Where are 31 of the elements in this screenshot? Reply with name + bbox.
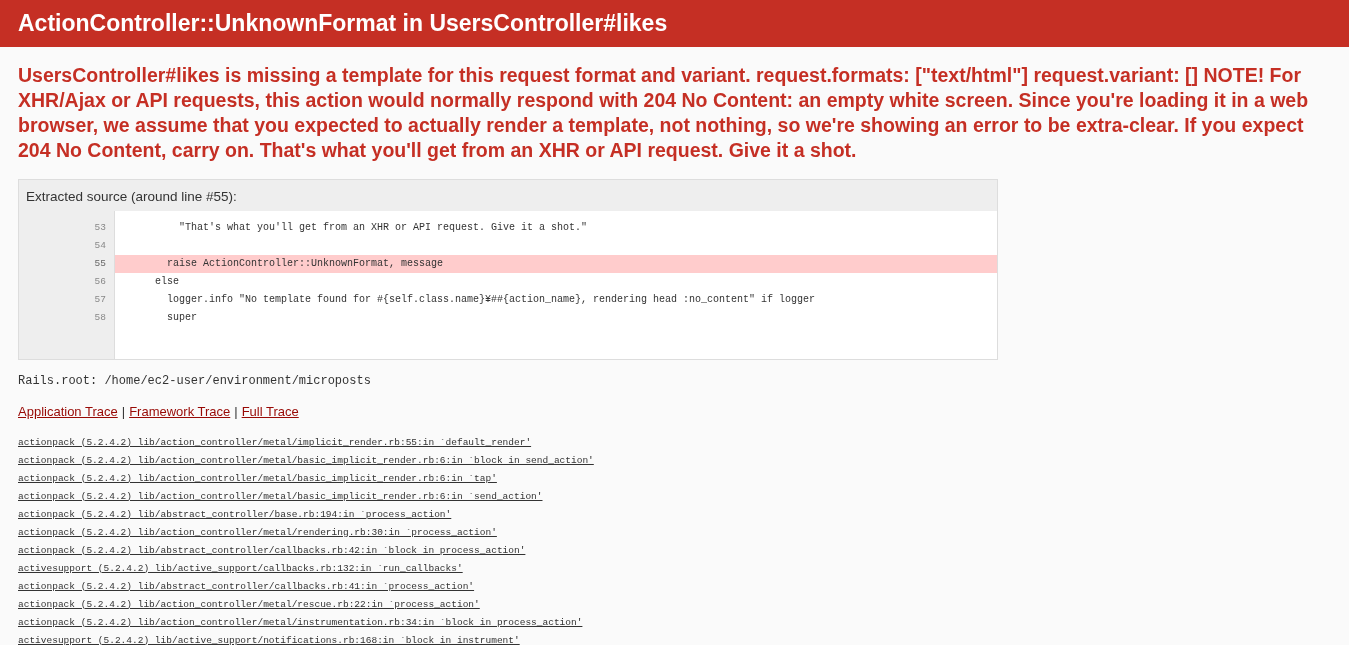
trace-line[interactable]: actionpack (5.2.4.2) lib/action_controller/metal/basic_implicit_render.rb:6:in `tap' bbox=[18, 472, 497, 484]
line-number: 55 bbox=[93, 257, 107, 271]
trace-line[interactable]: actionpack (5.2.4.2) lib/abstract_controller/callbacks.rb:41:in `process_action' bbox=[18, 580, 475, 592]
code-line: super bbox=[166, 311, 198, 325]
trace-line[interactable]: actionpack (5.2.4.2) lib/action_controller/metal/implicit_render.rb:55:in `default_render' bbox=[18, 436, 532, 448]
trace-link[interactable]: Application Trace bbox=[18, 402, 118, 422]
line-number: 54 bbox=[93, 239, 107, 253]
error-message: UsersController#likes is missing a template for this request format and variant. request.formats: ["text/html"] request.variant: [] NOTE! For XHR/Ajax or API requests, this action would normally respond with 204 No Content: an empty white screen. Since you're loading it in a web browser, we assume that you expected to actually render a template, not nothing, so we're showing an error to be extra-clear. If you expect 204 No Content, carry on. That's what you'll get from an XHR or API request. Give it a shot. bbox=[18, 63, 1310, 163]
line-number: 56 bbox=[93, 275, 107, 289]
line-number: 53 bbox=[93, 221, 107, 235]
code-line: logger.info "No template found for #{self.class.name}¥##{action_name}, rendering head :no_content" if logger bbox=[166, 293, 817, 307]
page-title: ActionController::UnknownFormat in UsersController#likes bbox=[0, 0, 1349, 47]
rails-root: Rails.root: /home/ec2-user/environment/microposts bbox=[18, 373, 372, 390]
trace-link[interactable]: Framework Trace bbox=[129, 402, 231, 422]
trace-line[interactable]: actionpack (5.2.4.2) lib/action_controller/metal/instrumentation.rb:34:in `block in process_action' bbox=[18, 616, 583, 628]
trace-line[interactable]: activesupport (5.2.4.2) lib/active_support/callbacks.rb:132:in `run_callbacks' bbox=[18, 562, 463, 574]
line-number: 58 bbox=[93, 311, 107, 325]
trace-line[interactable]: actionpack (5.2.4.2) lib/action_controller/metal/rescue.rb:22:in `process_action' bbox=[18, 598, 480, 610]
trace-line[interactable]: actionpack (5.2.4.2) lib/action_controller/metal/basic_implicit_render.rb:6:in `send_action' bbox=[18, 490, 543, 502]
separator: | bbox=[120, 403, 127, 421]
trace-line[interactable]: actionpack (5.2.4.2) lib/action_controller/metal/basic_implicit_render.rb:6:in `block in send_action' bbox=[18, 454, 594, 466]
trace-line[interactable]: activesupport (5.2.4.2) lib/active_support/notifications.rb:168:in `block in instrument' bbox=[18, 634, 520, 645]
source-title: Extracted source (around line #55): bbox=[25, 188, 238, 206]
trace-link[interactable]: Full Trace bbox=[241, 402, 299, 422]
trace-line[interactable]: actionpack (5.2.4.2) lib/abstract_controller/callbacks.rb:42:in `block in process_action' bbox=[18, 544, 526, 556]
line-number: 57 bbox=[93, 293, 107, 307]
separator: | bbox=[233, 403, 239, 421]
trace-line[interactable]: actionpack (5.2.4.2) lib/abstract_controller/base.rb:194:in `process_action' bbox=[18, 508, 452, 520]
trace-line[interactable]: actionpack (5.2.4.2) lib/action_controller/metal/rendering.rb:30:in `process_action' bbox=[18, 526, 497, 538]
code-line: "That's what you'll get from an XHR or API request. Give it a shot." bbox=[178, 221, 589, 235]
code-line: else bbox=[154, 275, 180, 289]
